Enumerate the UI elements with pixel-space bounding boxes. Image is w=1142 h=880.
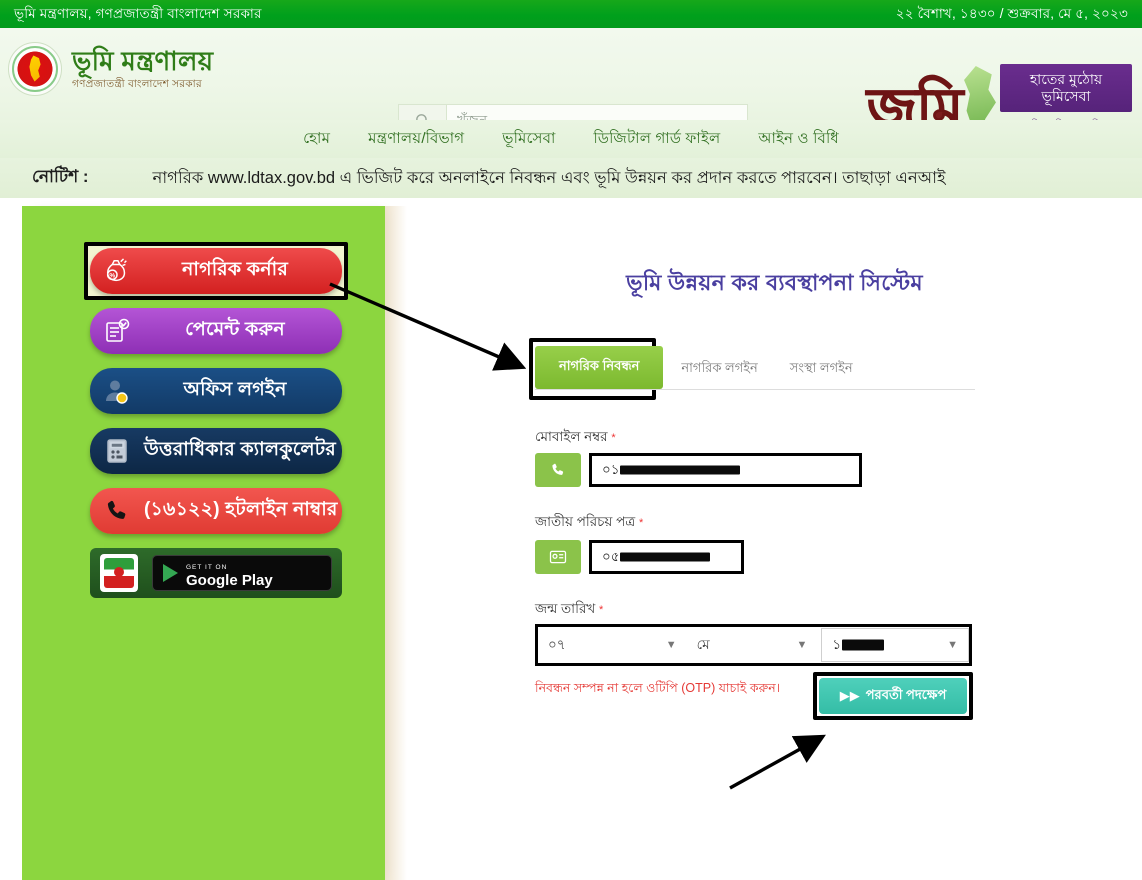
- notice-label: নোটিশ :: [32, 167, 89, 186]
- tab-citizen-login[interactable]: নাগরিক লগইন: [667, 350, 771, 389]
- next-step-label: পরবর্তী পদক্ষেপ: [865, 686, 947, 702]
- google-play-promo[interactable]: GET IT ON Google Play: [90, 548, 342, 598]
- nid-input-row: ০৫: [535, 540, 744, 574]
- svg-text:%: %: [109, 273, 115, 280]
- google-play-text: GET IT ON Google Play: [186, 557, 273, 589]
- nav-item-ministry[interactable]: মন্ত্রণালয়/বিভাগ: [366, 124, 466, 155]
- nav-item-home[interactable]: হোম: [301, 124, 332, 155]
- brand-text: ভূমি মন্ত্রণালয় গণপ্রজাতন্ত্রী বাংলাদেশ…: [72, 48, 213, 90]
- nid-value: ০৫: [602, 546, 710, 569]
- nid-label: জাতীয় পরিচয় পত্র *: [535, 511, 643, 534]
- mobile-required-mark: *: [611, 432, 616, 444]
- calculator-icon: [90, 437, 144, 465]
- sidebar-item-label: অফিস লগইন: [183, 379, 287, 400]
- notice-text: নাগরিক www.ldtax.gov.bd এ ভিজিট করে অনলা…: [152, 168, 946, 187]
- dob-required-mark: *: [599, 604, 604, 616]
- phone-icon: [535, 453, 581, 487]
- ldtax-app-icon: [100, 554, 138, 592]
- brand-title: ভূমি মন্ত্রণালয়: [72, 46, 214, 77]
- mobile-value: ০১: [602, 459, 740, 482]
- form-tabs: নাগরিক নিবন্ধন নাগরিক লগইন সংস্থা লগইন: [535, 346, 975, 390]
- mobile-redaction: [620, 465, 740, 475]
- sidebar-item-payment[interactable]: পেমেন্ট করুন: [90, 308, 342, 354]
- dob-year-select[interactable]: ১ ▼: [821, 628, 969, 662]
- mobile-input-row: ০১: [535, 453, 862, 487]
- sidebar-item-inheritance-calculator[interactable]: উত্তরাধিকার ক্যালকুলেটর: [90, 428, 342, 474]
- dob-label: জন্ম তারিখ *: [535, 598, 603, 621]
- dob-year-redaction: [842, 639, 885, 651]
- notice-ticker: নোটিশ : নাগরিক www.ldtax.gov.bd এ ভিজিট …: [0, 158, 1142, 198]
- jomi-tagline-badge: হাতের মুঠোয় ভূমিসেবা: [1000, 64, 1132, 112]
- money-bag-icon: %: [90, 257, 144, 285]
- google-play-badge[interactable]: GET IT ON Google Play: [152, 555, 332, 591]
- emblem-ring: [12, 46, 58, 92]
- nid-redaction: [620, 552, 710, 562]
- mobile-input[interactable]: ০১: [589, 453, 862, 487]
- sidebar-item-label: নাগরিক কর্নার: [182, 259, 288, 280]
- top-status-bar: ভূমি মন্ত্রণালয়, গণপ্রজাতন্ত্রী বাংলাদে…: [0, 0, 1142, 28]
- panel-edge-shadow: [385, 206, 407, 880]
- dob-day-value: ০৭: [548, 636, 566, 652]
- google-play-icon: [163, 564, 178, 582]
- page-title: ভূমি উন্নয়ন কর ব্যবস্থাপনা সিস্টেম: [626, 270, 923, 295]
- jomi-tagline-line1: হাতের মুঠোয়: [1029, 70, 1103, 87]
- tab-organization-login[interactable]: সংস্থা লগইন: [776, 350, 867, 389]
- id-card-icon: [535, 540, 581, 574]
- sidebar-item-label: উত্তরাধিকার ক্যালকুলেটর: [144, 439, 336, 460]
- dob-year-value: ১: [832, 634, 885, 657]
- jomi-tagline-line2: ভূমিসেবা: [1041, 88, 1091, 104]
- mobile-label: মোবাইল নম্বর *: [535, 426, 616, 449]
- dob-month-select[interactable]: মে ▼: [686, 627, 818, 663]
- sidebar-item-hotline[interactable]: (১৬১২২) হটলাইন নাম্বার: [90, 488, 342, 534]
- play-big-label: Google Play: [186, 572, 273, 589]
- nid-label-text: জাতীয় পরিচয় পত্র: [535, 514, 636, 529]
- registration-form-area: ভূমি উন্নয়ন কর ব্যবস্থাপনা সিস্টেম নাগর…: [407, 198, 1142, 880]
- dob-label-text: জন্ম তারিখ: [535, 601, 596, 616]
- double-arrow-icon: ▶▶: [839, 688, 860, 703]
- sidebar-item-label: পেমেন্ট করুন: [185, 319, 285, 340]
- page-root: ভূমি মন্ত্রণালয়, গণপ্রজাতন্ত্রী বাংলাদে…: [0, 0, 1142, 880]
- dob-day-select[interactable]: ০৭ ▼: [538, 627, 687, 663]
- site-header: ভূমি মন্ত্রণালয় গণপ্রজাতন্ত্রী বাংলাদেশ…: [0, 28, 1142, 145]
- next-step-button[interactable]: ▶▶ পরবর্তী পদক্ষেপ: [819, 678, 967, 714]
- play-small-label: GET IT ON: [186, 564, 228, 571]
- chevron-down-icon: ▼: [947, 639, 958, 651]
- phone-icon: [90, 498, 144, 524]
- nav-item-laws[interactable]: আইন ও বিধি: [756, 124, 841, 155]
- nid-input[interactable]: ০৫: [589, 540, 744, 574]
- otp-hint: নিবন্ধন সম্পন্ন না হলে ওটিপি (OTP) যাচাই…: [535, 681, 781, 695]
- chevron-down-icon: ▼: [796, 639, 808, 651]
- dob-selectors: ০৭ ▼ মে ▼ ১ ▼: [535, 624, 972, 666]
- current-date: ২২ বৈশাখ, ১৪৩০ / শুক্রবার, মে ৫, ২০২৩: [895, 5, 1128, 21]
- chevron-down-icon: ▼: [665, 639, 677, 651]
- sidebar-panel: % নাগরিক কর্নার পেমেন্ট করুন অফিস লগইন উ…: [22, 206, 385, 880]
- dob-month-value: মে: [696, 636, 710, 652]
- ministry-name: ভূমি মন্ত্রণালয়, গণপ্রজাতন্ত্রী বাংলাদে…: [14, 5, 262, 21]
- bangladesh-emblem-icon: [8, 42, 62, 96]
- nav-item-guardfile[interactable]: ডিজিটাল গার্ড ফাইল: [592, 124, 723, 155]
- mobile-label-text: মোবাইল নম্বর: [535, 429, 608, 444]
- nid-required-mark: *: [638, 517, 644, 529]
- sidebar-item-label: (১৬১২২) হটলাইন নাম্বার: [144, 499, 338, 520]
- sidebar-item-citizen-corner[interactable]: % নাগরিক কর্নার: [90, 248, 342, 294]
- invoice-check-icon: [90, 317, 144, 345]
- brand-logo[interactable]: ভূমি মন্ত্রণালয় গণপ্রজাতন্ত্রী বাংলাদেশ…: [8, 42, 213, 96]
- tab-citizen-registration[interactable]: নাগরিক নিবন্ধন: [535, 346, 664, 389]
- user-badge-icon: [90, 377, 144, 405]
- page-content: % নাগরিক কর্নার পেমেন্ট করুন অফিস লগইন উ…: [0, 198, 1142, 880]
- sidebar-item-office-login[interactable]: অফিস লগইন: [90, 368, 342, 414]
- nav-item-landservice[interactable]: ভূমিসেবা: [500, 124, 557, 155]
- brand-subtitle: গণপ্রজাতন্ত্রী বাংলাদেশ সরকার: [72, 78, 202, 91]
- main-navigation: হোম মন্ত্রণালয়/বিভাগ ভূমিসেবা ডিজিটাল গ…: [0, 120, 1142, 158]
